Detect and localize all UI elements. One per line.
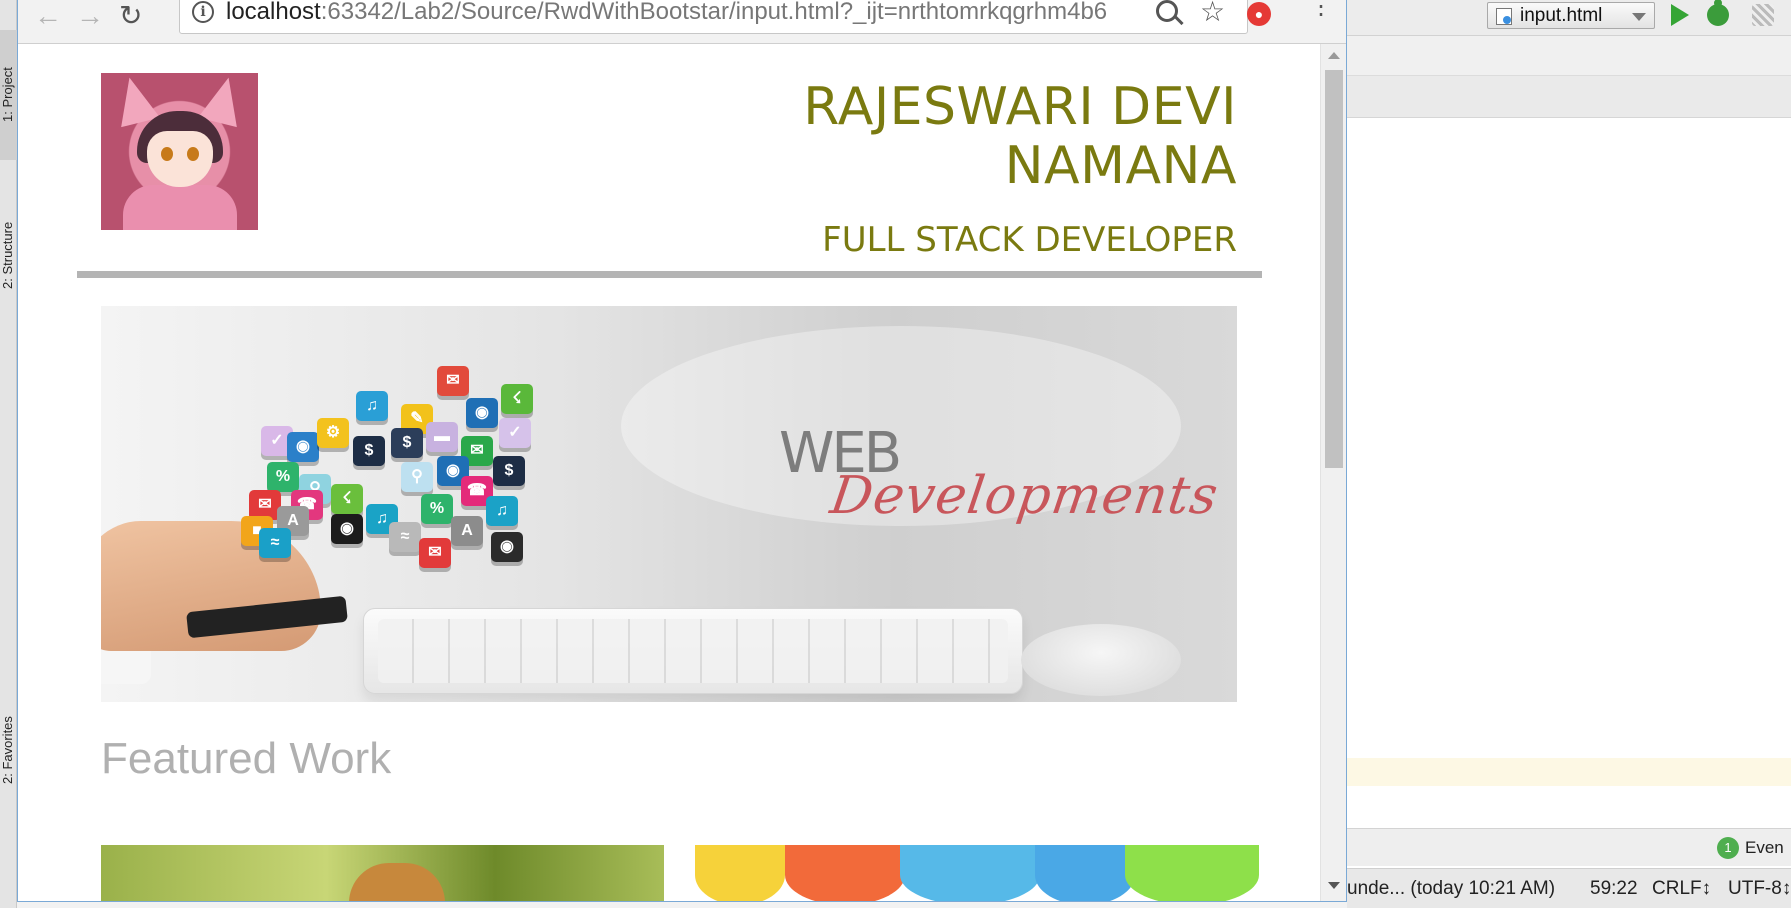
page-viewport: RAJESWARI DEVI NAMANA FULL STACK DEVELOP… — [18, 44, 1320, 901]
current-line-highlight — [1347, 758, 1791, 786]
address-bar[interactable]: i localhost:63342/Lab2/Source/RwdWithBoo… — [179, 0, 1248, 34]
banner-keyboard — [363, 608, 1023, 694]
event-count-badge: 1 — [1717, 837, 1739, 859]
run-config-select[interactable]: input.html — [1487, 2, 1655, 29]
ide-editor-tabs — [1347, 76, 1791, 118]
tool-tab-favorites[interactable]: 2: Favorites — [0, 680, 17, 820]
scroll-up-icon[interactable] — [1328, 52, 1340, 59]
ide-nav-bar — [1347, 36, 1791, 76]
event-log-tab[interactable]: Even — [1745, 838, 1784, 858]
app-tile-music-icon: ♫ — [356, 391, 388, 421]
banner-mouse — [1021, 624, 1181, 696]
app-tile-cart2-icon: ☇ — [331, 484, 363, 514]
status-line-separator[interactable]: CRLF↕ — [1652, 878, 1711, 900]
featured-thumb-dog[interactable] — [101, 845, 664, 901]
app-tile-percent2-icon: % — [421, 494, 453, 524]
featured-work-heading: Featured Work — [101, 734, 392, 783]
status-caret-position[interactable]: 59:22 — [1590, 878, 1638, 900]
app-tile-check2-icon: ✓ — [499, 418, 531, 448]
header-divider — [77, 271, 1262, 278]
app-tile-mail-icon: ✉ — [437, 366, 469, 396]
profile-avatar — [101, 73, 258, 230]
toy-blue2 — [1035, 845, 1135, 901]
hero-banner: ✉ ♫ ✎ ◉ ☇ ✓ ◉ ⚙ $ $ ▬ ✉ ✓ % ⚲ ⚲ ◉ ☎ $ ✉ … — [101, 306, 1237, 702]
thumb-dog-figure — [349, 863, 445, 901]
app-tile-lilac-icon: ▬ — [426, 422, 458, 452]
tool-tab-project[interactable]: 1: Project — [0, 30, 17, 160]
address-url[interactable]: localhost:63342/Lab2/Source/RwdWithBoots… — [226, 0, 1141, 26]
app-tile-gear-icon: ⚙ — [317, 418, 349, 448]
app-tile-camera2-icon: ◉ — [491, 532, 523, 562]
scroll-down-icon[interactable] — [1328, 882, 1340, 889]
avatar-eye-left — [161, 147, 173, 161]
browser-toolbar: ← → ↻ i localhost:63342/Lab2/Source/RwdW… — [18, 0, 1346, 44]
status-vcs: unde... (today 10:21 AM) — [1347, 878, 1556, 899]
forward-arrow-icon[interactable]: → — [76, 2, 104, 30]
toy-green — [1125, 845, 1259, 901]
ide-status-bar: unde... (today 10:21 AM) 59:22 CRLF↕ UTF… — [1347, 868, 1791, 908]
app-tile-dollar-icon: $ — [353, 436, 385, 466]
app-tile-globe-icon: ◉ — [466, 398, 498, 428]
page-scrollbar[interactable] — [1320, 44, 1346, 901]
app-tile-camera-icon: ◉ — [331, 514, 363, 544]
ide-left-toolstrip: 1: Project 2: Structure 2: Favorites — [0, 0, 17, 908]
avatar-eye-right — [187, 147, 199, 161]
adblock-icon[interactable]: ● — [1247, 2, 1271, 26]
info-icon[interactable]: i — [192, 1, 214, 23]
toy-blue — [900, 845, 1040, 901]
app-tile-dollar2-icon: $ — [391, 428, 423, 458]
run-icon[interactable] — [1671, 4, 1689, 26]
app-tile-rss-icon: ≈ — [389, 522, 421, 552]
toy-orange — [785, 845, 905, 901]
app-tile-cart-icon: ☇ — [501, 384, 533, 414]
coverage-icon[interactable] — [1752, 4, 1774, 26]
back-arrow-icon[interactable]: ← — [34, 2, 62, 30]
star-icon[interactable]: ☆ — [1200, 0, 1225, 28]
avatar-body — [123, 185, 237, 230]
ide-editor-area: input.html 1 Even — [1347, 0, 1791, 908]
app-tile-globe2-icon: ◉ — [287, 432, 319, 462]
app-tile-rss2-icon: ≈ — [259, 528, 291, 558]
app-tile-dollar3-icon: $ — [493, 456, 525, 486]
status-encoding[interactable]: UTF-8↕ — [1728, 878, 1791, 900]
app-tile-percent-icon: % — [267, 462, 299, 492]
avatar-face — [147, 131, 213, 187]
browser-window: ← → ↻ i localhost:63342/Lab2/Source/RwdW… — [17, 0, 1347, 902]
profile-name: RAJESWARI DEVI NAMANA — [803, 78, 1237, 196]
run-config-label: input.html — [1520, 5, 1603, 26]
app-tile-mail3-icon: ✉ — [419, 538, 451, 568]
profile-name-line2: NAMANA — [1004, 136, 1237, 196]
menu-dots-icon[interactable]: ⋮ — [1309, 0, 1333, 19]
url-host: localhost — [226, 0, 321, 25]
tool-tab-structure[interactable]: 2: Structure — [0, 190, 17, 320]
profile-name-line1: RAJESWARI DEVI — [803, 77, 1237, 137]
zoom-icon[interactable] — [1156, 0, 1178, 22]
toy-yellow — [695, 845, 785, 901]
ide-toolbar: input.html — [1347, 0, 1791, 36]
featured-thumb-toys[interactable] — [695, 845, 1259, 901]
html-file-icon — [1496, 8, 1512, 25]
app-tile-music2-icon: ♫ — [486, 496, 518, 526]
scroll-thumb[interactable] — [1325, 70, 1343, 468]
banner-developments-text: Developments — [826, 466, 1223, 526]
app-tile-magnifier-icon: ⚲ — [401, 462, 433, 492]
debug-icon[interactable] — [1707, 0, 1729, 26]
url-path: :63342/Lab2/Source/RwdWithBootstar/input… — [320, 0, 1108, 25]
keyboard-keys — [378, 619, 1008, 683]
profile-role: FULL STACK DEVELOPER — [822, 220, 1237, 260]
ide-tool-window-bar: 1 Even — [1347, 828, 1791, 866]
chevron-down-icon — [1632, 13, 1646, 21]
app-tile-font2-icon: A — [451, 516, 483, 546]
reload-icon[interactable]: ↻ — [119, 2, 142, 30]
